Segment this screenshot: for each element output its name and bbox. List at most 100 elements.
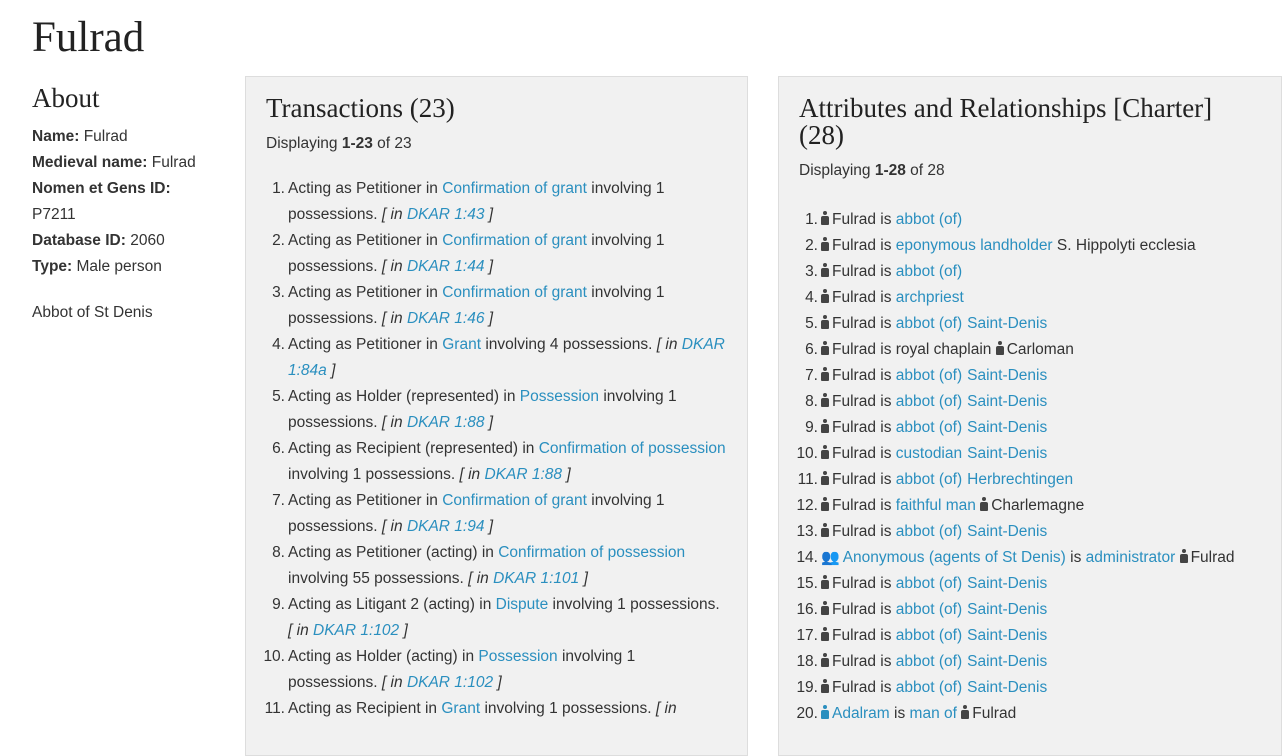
object-link[interactable]: Saint-Denis <box>967 575 1047 592</box>
transaction-item: 1. Acting as Petitioner in Confirmation o… <box>266 176 727 228</box>
object-link[interactable]: Saint-Denis <box>967 315 1047 332</box>
ref-open: [ <box>655 700 661 717</box>
object-name: Fulrad <box>1190 549 1235 566</box>
ref-close: ] <box>488 518 494 535</box>
relationship-link[interactable]: abbot (of) <box>896 575 962 592</box>
charter-link[interactable]: DKAR 1:88 <box>407 414 485 431</box>
charter-link[interactable]: DKAR 1:88 <box>484 466 562 483</box>
relationship-link[interactable]: man of <box>910 705 957 722</box>
relationship-link[interactable]: abbot (of) <box>896 419 962 436</box>
relationship-link[interactable]: abbot (of) <box>896 471 962 488</box>
charter-reference: [ in DKAR 1:101 ] <box>468 570 588 587</box>
attribute-item: 11. Fulrad is abbot (of) Herbrechtingen <box>798 467 1261 493</box>
displaying-suffix: of 28 <box>910 162 945 179</box>
item-number: 6. <box>805 341 818 358</box>
is-word: is <box>880 393 892 410</box>
object-name: S. Hippolyti ecclesia <box>1056 237 1196 254</box>
transaction-type-link[interactable]: Possession <box>520 388 599 405</box>
charter-link[interactable]: DKAR 1:101 <box>493 570 579 587</box>
charter-link[interactable]: DKAR 1:46 <box>407 310 485 327</box>
transaction-item: 10. Acting as Holder (acting) in Possessi… <box>263 644 727 696</box>
medieval-name-value: Fulrad <box>151 154 196 171</box>
relationship-link[interactable]: abbot (of) <box>896 211 962 228</box>
transaction-type-link[interactable]: Dispute <box>496 596 549 613</box>
transaction-type-link[interactable]: Confirmation of grant <box>442 284 587 301</box>
subject-link[interactable]: Anonymous (agents of St Denis) <box>843 549 1066 566</box>
database-id-label: Database ID: <box>32 232 126 249</box>
relationship-link[interactable]: abbot (of) <box>896 523 962 540</box>
charter-reference: [ in DKAR 1:88 ] <box>459 466 570 483</box>
ref-open: [ <box>288 622 293 639</box>
ref-in: in <box>296 622 309 639</box>
ref-close: ] <box>488 414 494 431</box>
displaying-prefix: Displaying <box>266 135 338 152</box>
attribute-item: 17. Fulrad is abbot (of) Saint-Denis <box>796 623 1261 649</box>
relationship-link[interactable]: eponymous landholder <box>896 237 1053 254</box>
transaction-type-link[interactable]: Possession <box>478 648 557 665</box>
charter-reference: [ in DKAR 1:46 ] <box>382 310 493 327</box>
relationship-link[interactable]: archpriest <box>896 289 964 306</box>
ref-open: [ <box>381 518 387 535</box>
relationship-link[interactable]: abbot (of) <box>896 653 962 670</box>
is-word: is <box>880 523 892 540</box>
transaction-role: Acting as Petitioner (acting) in <box>288 544 494 561</box>
object-link[interactable]: Saint-Denis <box>967 653 1047 670</box>
object-link[interactable]: Saint-Denis <box>967 393 1047 410</box>
transactions-heading: Transactions (23) <box>266 93 455 123</box>
is-word: is <box>880 627 892 644</box>
object-link[interactable]: Herbrechtingen <box>967 471 1073 488</box>
transaction-item: 8. Acting as Petitioner (acting) in Confi… <box>266 540 727 592</box>
is-word: is <box>880 211 892 228</box>
person-icon <box>821 601 829 615</box>
relationship-link[interactable]: abbot (of) <box>896 263 962 280</box>
item-number: 17. <box>796 627 818 644</box>
transaction-possessions: involving 1 possessions. <box>552 596 720 613</box>
attribute-item: 10. Fulrad is custodian Saint-Denis <box>796 441 1261 467</box>
ref-in: in <box>390 258 403 275</box>
transaction-type-link[interactable]: Confirmation of grant <box>442 492 587 509</box>
transaction-type-link[interactable]: Confirmation of grant <box>442 232 587 249</box>
item-number: 2. <box>805 237 818 254</box>
charter-link[interactable]: DKAR 1:94 <box>407 518 485 535</box>
person-icon <box>961 705 970 719</box>
object-link[interactable]: Saint-Denis <box>967 367 1047 384</box>
object-link[interactable]: Saint-Denis <box>967 445 1047 462</box>
subject-name: Fulrad <box>832 367 876 384</box>
relationship-link[interactable]: administrator <box>1086 549 1176 566</box>
relationship-link[interactable]: custodian <box>896 445 962 462</box>
relationship-link[interactable]: abbot (of) <box>896 367 962 384</box>
charter-link[interactable]: DKAR 1:43 <box>407 206 485 223</box>
transaction-type-link[interactable]: Grant <box>441 700 480 717</box>
relationship-link[interactable]: abbot (of) <box>896 679 962 696</box>
item-number: 6. <box>272 440 285 457</box>
object-link[interactable]: Saint-Denis <box>967 627 1047 644</box>
object-link[interactable]: Saint-Denis <box>967 679 1047 696</box>
object-link[interactable]: Saint-Denis <box>967 419 1047 436</box>
relationship-link[interactable]: abbot (of) <box>896 393 962 410</box>
subject-link[interactable]: Adalram <box>832 705 890 722</box>
transaction-role: Acting as Petitioner in <box>288 284 438 301</box>
object-link[interactable]: Saint-Denis <box>967 523 1047 540</box>
charter-link[interactable]: DKAR 1:44 <box>407 258 485 275</box>
nomen-id-value: P7211 <box>32 206 76 223</box>
item-number: 10. <box>796 445 818 462</box>
type-label: Type: <box>32 258 73 275</box>
person-icon <box>821 419 829 433</box>
ref-close: ] <box>583 570 588 587</box>
relationship-link[interactable]: abbot (of) <box>896 601 962 618</box>
transaction-type-link[interactable]: Grant <box>442 336 481 353</box>
object-link[interactable]: Saint-Denis <box>967 601 1047 618</box>
relationship-link[interactable]: faithful man <box>896 497 976 514</box>
person-icon <box>821 341 829 355</box>
charter-link[interactable]: DKAR 1:102 <box>407 674 493 691</box>
charter-link[interactable]: DKAR 1:102 <box>313 622 399 639</box>
transaction-type-link[interactable]: Confirmation of grant <box>442 180 587 197</box>
attributes-count: Displaying 1-28 of 28 <box>799 161 1261 181</box>
transaction-type-link[interactable]: Confirmation of possession <box>498 544 685 561</box>
relationship-link[interactable]: abbot (of) <box>896 627 962 644</box>
item-number: 7. <box>272 492 285 509</box>
relationship-link[interactable]: abbot (of) <box>896 315 962 332</box>
transaction-type-link[interactable]: Confirmation of possession <box>539 440 726 457</box>
person-icon <box>821 627 829 641</box>
medieval-name-label: Medieval name: <box>32 154 148 171</box>
